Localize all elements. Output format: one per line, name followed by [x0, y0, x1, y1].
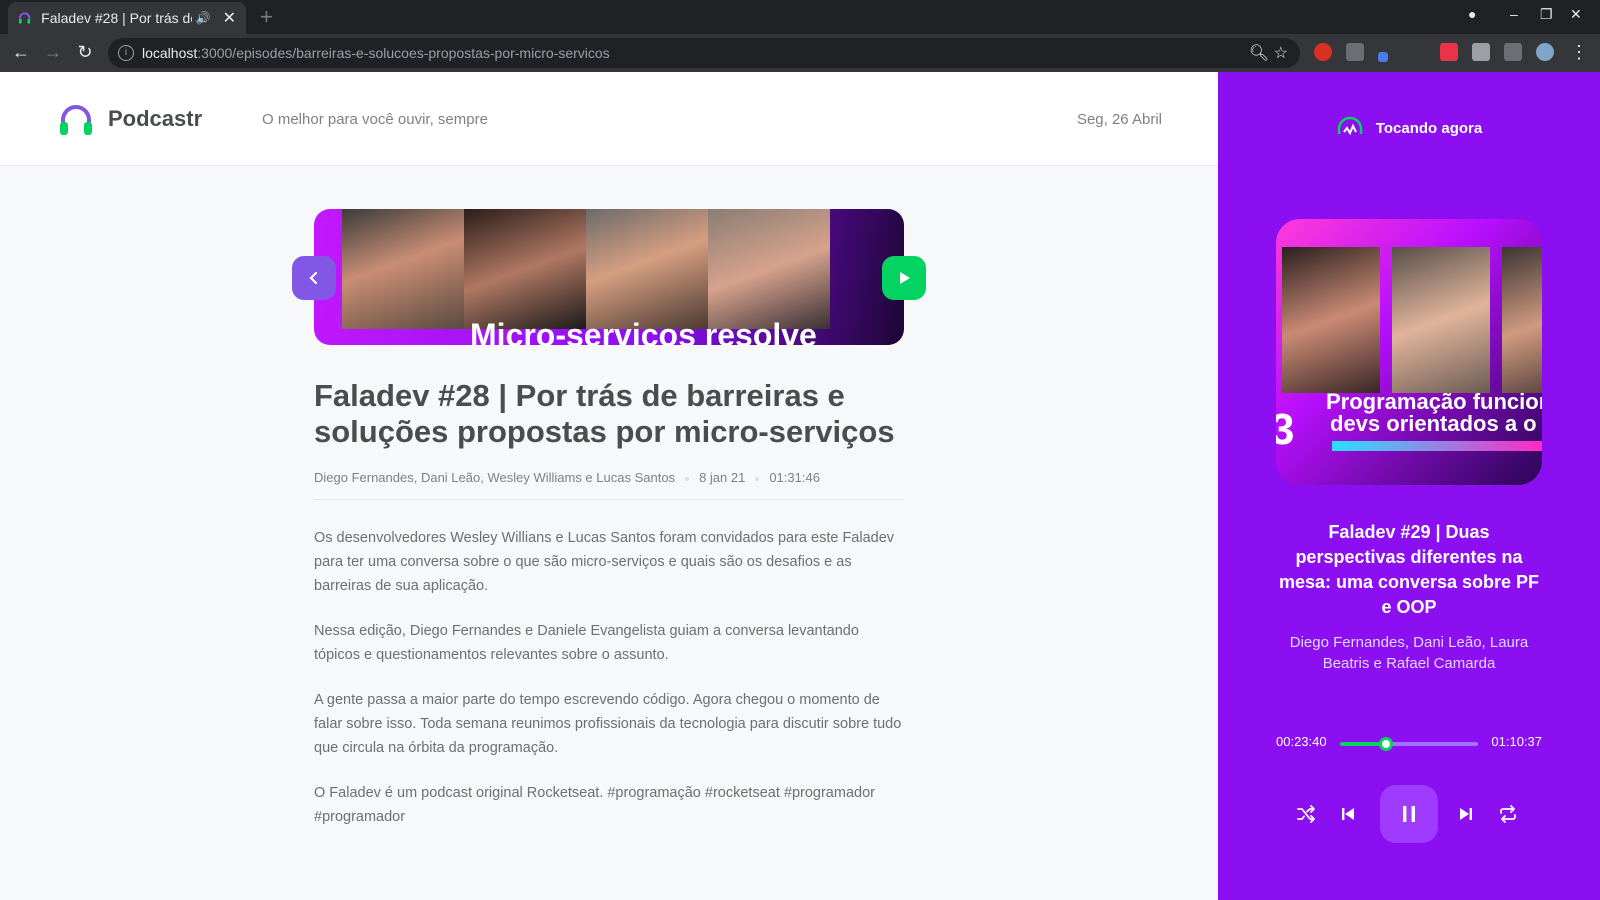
- cover-photo: [1502, 247, 1542, 393]
- cover-photo: [1282, 247, 1380, 393]
- episode-members: Diego Fernandes, Dani Leão, Wesley Willi…: [314, 470, 676, 485]
- now-playing-label: Tocando agora: [1375, 119, 1483, 137]
- puzzle-icon[interactable]: [1472, 43, 1490, 61]
- current-time: 00:23:40: [1276, 734, 1327, 749]
- player-episode-title: Faladev #29 | Duas perspectivas diferent…: [1278, 522, 1540, 617]
- now-playing-header: Tocando agora: [1218, 116, 1600, 140]
- player-episode-members: Diego Fernandes, Dani Leão, Laura Beatri…: [1289, 634, 1529, 672]
- description-paragraph: O Faladev é um podcast original Rocketse…: [314, 785, 875, 825]
- headphones-icon: [1337, 116, 1362, 136]
- player: Tocando agora 3 Programação funcion devs…: [1218, 72, 1600, 900]
- tagline: O melhor para você ouvir, sempre: [262, 111, 488, 128]
- player-cover: 3 Programação funcion devs orientados a …: [1276, 219, 1542, 485]
- reload-icon[interactable]: ↻: [74, 42, 96, 63]
- episode-description: Os desenvolvedores Wesley Willians e Luc…: [314, 526, 904, 850]
- thumbnail-photo: [586, 209, 708, 329]
- episode-meta: Diego Fernandes, Dani Leão, Wesley Willi…: [314, 470, 904, 500]
- profile-indicator-icon[interactable]: ●: [1468, 6, 1476, 22]
- headphones-icon: [18, 12, 31, 24]
- play-episode-button[interactable]: [882, 256, 926, 300]
- episode-page: Micro-serviços resolve Faladev #28 | Por…: [0, 166, 1218, 900]
- header: Podcastr O melhor para você ouvir, sempr…: [0, 72, 1218, 166]
- next-button[interactable]: [1452, 800, 1480, 828]
- extension-icon[interactable]: [1378, 52, 1388, 62]
- app: Podcastr O melhor para você ouvir, sempr…: [0, 72, 1600, 900]
- description-paragraph: A gente passa a maior parte do tempo esc…: [314, 692, 902, 756]
- separator-dot: [685, 476, 690, 481]
- kebab-menu-icon[interactable]: ⋮: [1568, 42, 1590, 63]
- cover-caption-line: devs orientados a o: [1330, 411, 1537, 436]
- cover-photo: [1392, 247, 1490, 393]
- extension-icon[interactable]: [1314, 43, 1332, 61]
- browser-tab[interactable]: Faladev #28 | Por trás de barreiras e so…: [8, 2, 246, 34]
- shuffle-icon: [1297, 805, 1315, 823]
- url-host: localhost: [142, 45, 198, 61]
- extension-icon[interactable]: [1440, 43, 1458, 61]
- episode-duration: 01:31:46: [769, 470, 820, 485]
- url-path: :3000/episodes/barreiras-e-solucoes-prop…: [197, 45, 610, 61]
- new-tab-icon[interactable]: +: [260, 4, 273, 30]
- media-control-icon[interactable]: [1504, 43, 1522, 61]
- forward-arrow-icon[interactable]: →: [42, 42, 64, 63]
- minimize-icon[interactable]: –: [1510, 6, 1518, 22]
- zoom-star-icons[interactable]: 🔍︎ ☆: [1249, 43, 1288, 63]
- tab-title: Faladev #28 | Por trás de barreiras e so…: [41, 10, 191, 26]
- shuffle-button[interactable]: [1292, 800, 1320, 828]
- play-icon: [900, 272, 910, 284]
- skip-previous-icon: [1342, 808, 1354, 820]
- maximize-icon[interactable]: ❐: [1540, 6, 1553, 23]
- episode-title: Faladev #28 | Por trás de barreiras e so…: [314, 378, 895, 449]
- logo-headphones-icon[interactable]: [58, 102, 94, 138]
- extension-icon[interactable]: [1346, 43, 1364, 61]
- thumbnail-photo: [708, 209, 830, 329]
- previous-button[interactable]: [1334, 800, 1362, 828]
- episode-thumbnail: Micro-serviços resolve: [314, 209, 904, 345]
- repeat-icon: [1500, 805, 1516, 823]
- chevron-left-icon: [309, 271, 318, 285]
- address-bar[interactable]: i localhost:3000/episodes/barreiras-e-so…: [108, 38, 1300, 68]
- cover-caption-line: Programação funcion: [1326, 389, 1542, 414]
- repeat-button[interactable]: [1494, 800, 1522, 828]
- description-paragraph: Nessa edição, Diego Fernandes e Daniele …: [314, 623, 859, 663]
- speaker-icon[interactable]: 🔊: [196, 11, 211, 25]
- progress-handle[interactable]: [1379, 737, 1394, 751]
- cover-gradient-bar: [1332, 441, 1542, 451]
- browser-tabbar: Faladev #28 | Por trás de barreiras e so…: [0, 0, 1600, 34]
- logo-text[interactable]: Podcastr: [108, 106, 202, 132]
- pause-icon: [1403, 806, 1415, 822]
- cover-number: 3: [1276, 405, 1295, 454]
- thumbnail-caption: Micro-serviços resolve: [470, 317, 817, 345]
- total-time: 01:10:37: [1491, 734, 1542, 749]
- current-date: Seg, 26 Abril: [1076, 111, 1162, 128]
- close-icon[interactable]: ✕: [223, 8, 236, 28]
- thumbnail-photo: [342, 209, 464, 329]
- browser-toolbar: ← → ↻ i localhost:3000/episodes/barreira…: [0, 34, 1600, 72]
- separator-dot: [755, 476, 760, 481]
- description-paragraph: Os desenvolvedores Wesley Willians e Luc…: [314, 530, 895, 594]
- skip-next-icon: [1460, 808, 1472, 820]
- cover-caption: Programação funcion devs orientados a o: [1326, 391, 1542, 435]
- window-close-icon[interactable]: ✕: [1570, 6, 1582, 23]
- progress-slider[interactable]: [1340, 737, 1478, 751]
- back-arrow-icon[interactable]: ←: [10, 42, 32, 63]
- thumbnail-photo: [464, 209, 586, 329]
- back-button[interactable]: [292, 256, 336, 300]
- episode-date: 8 jan 21: [699, 470, 746, 485]
- avatar[interactable]: [1536, 43, 1554, 61]
- info-icon[interactable]: i: [118, 45, 134, 61]
- pause-button[interactable]: [1380, 785, 1438, 843]
